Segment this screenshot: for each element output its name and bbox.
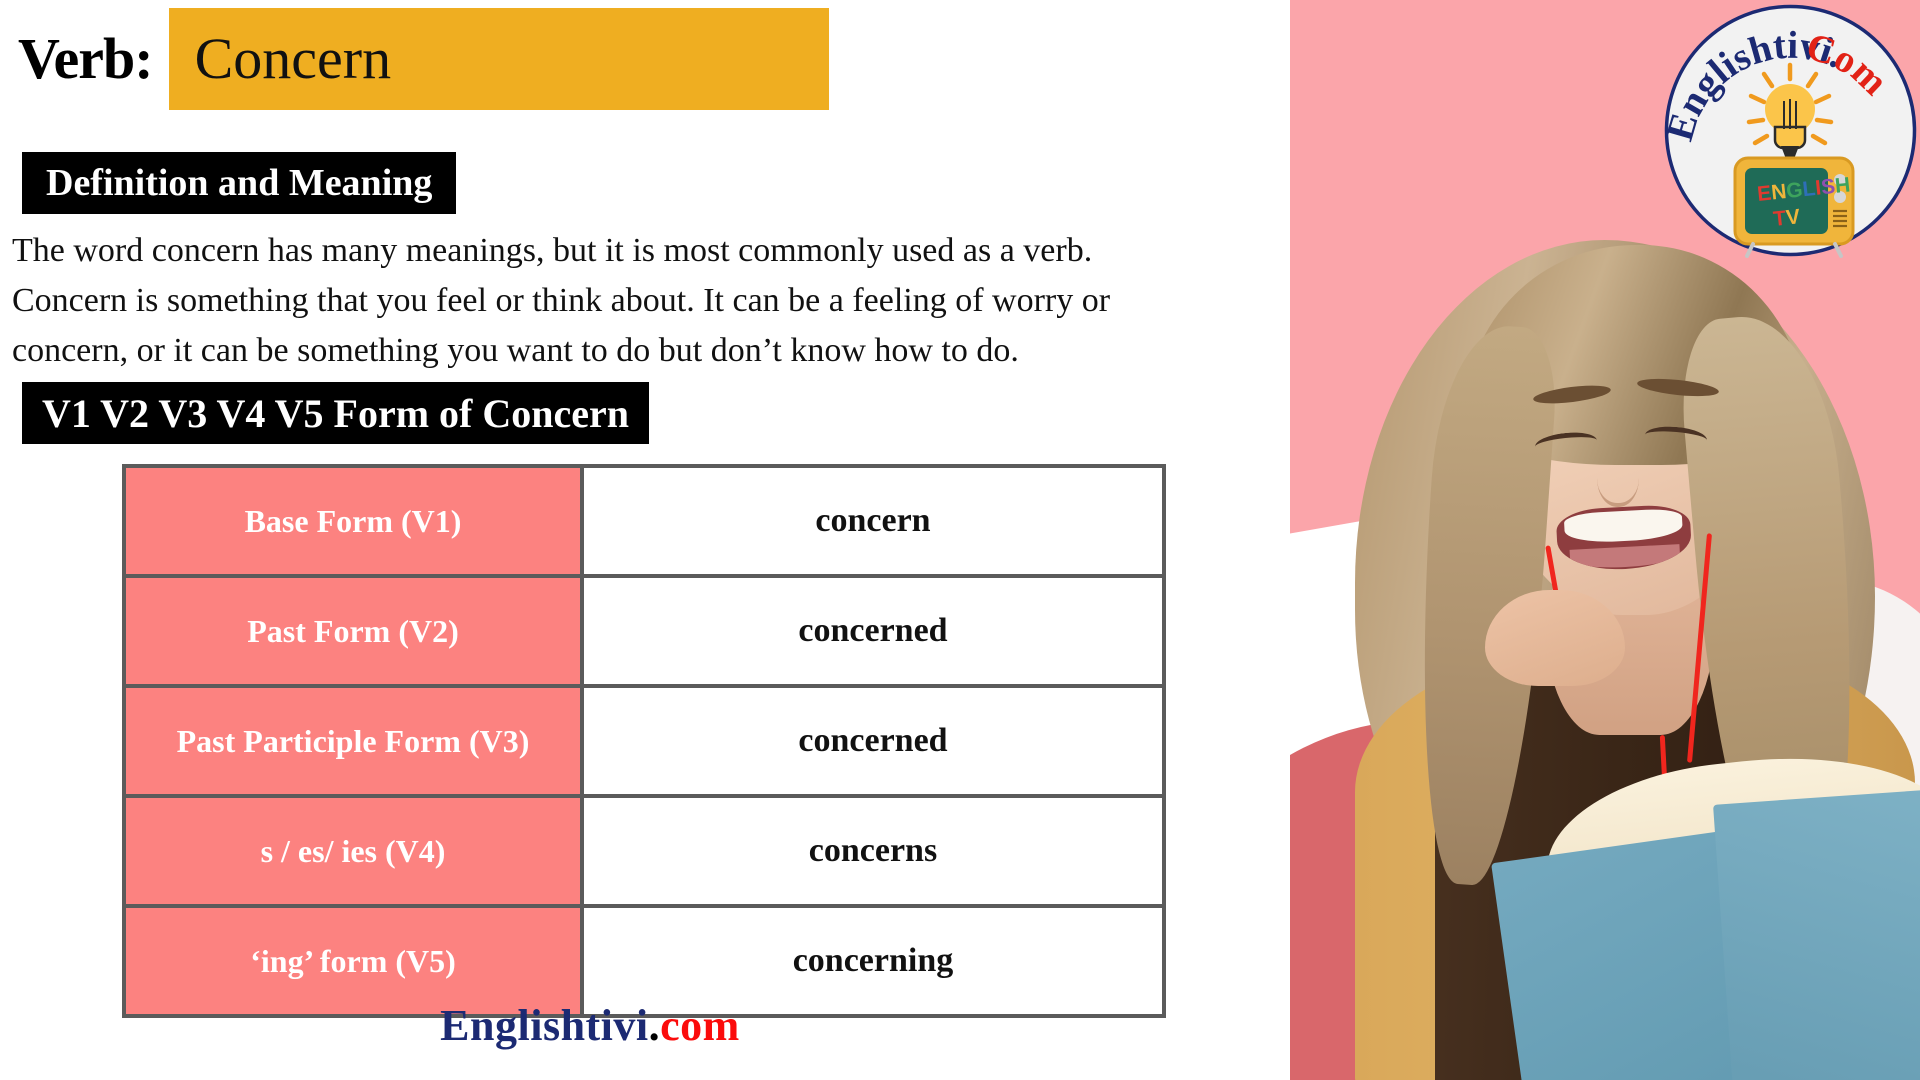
form-label: Base Form (V1) — [122, 464, 584, 578]
definition-body-text: The word concern has many meanings, but … — [12, 232, 1111, 369]
forms-section-tag: V1 V2 V3 V4 V5 Form of Concern — [22, 382, 650, 444]
footer-brand-tld: com — [660, 1001, 740, 1050]
slide-canvas: Englishtivi. Com — [0, 0, 1920, 1080]
form-label: s / es/ ies (V4) — [122, 794, 584, 908]
table-row: Past Form (V2) concerned — [122, 574, 1166, 688]
teeth — [1563, 507, 1684, 545]
table-row: Base Form (V1) concern — [122, 464, 1166, 578]
form-label: Past Participle Form (V3) — [122, 684, 584, 798]
form-value: concerned — [580, 684, 1166, 798]
nose — [1597, 447, 1639, 507]
form-value: concern — [580, 464, 1166, 578]
book-cover-right — [1713, 786, 1920, 1080]
woman-photo — [1345, 215, 1920, 1080]
form-label: Past Form (V2) — [122, 574, 584, 688]
verb-forms-table: Base Form (V1) concern Past Form (V2) co… — [122, 464, 1166, 1018]
englishtivi-logo-badge[interactable]: Englishtivi. Com — [1663, 3, 1918, 258]
svg-text:TV: TV — [1772, 205, 1801, 231]
footer-brand-dot: . — [648, 1001, 661, 1050]
verb-word: Concern — [194, 26, 392, 91]
blue-book — [1491, 739, 1920, 1080]
table-row: Past Participle Form (V3) concerned — [122, 684, 1166, 798]
verb-header-row: Verb: Concern — [18, 8, 829, 110]
footer-brand-name: Englishtivi — [440, 1001, 649, 1050]
verb-label: Verb: — [18, 26, 154, 91]
form-value: concerns — [580, 794, 1166, 908]
definition-section-tag: Definition and Meaning — [22, 152, 457, 214]
verb-word-chip: Concern — [168, 8, 829, 110]
footer-brand[interactable]: Englishtivi.com — [0, 1000, 1180, 1051]
table-row: s / es/ ies (V4) concerns — [122, 794, 1166, 908]
television-icon: ENGLISH TV — [1733, 156, 1855, 258]
form-value: concerned — [580, 574, 1166, 688]
verb-forms-table-body: Base Form (V1) concern Past Form (V2) co… — [122, 464, 1166, 1018]
hand — [1485, 590, 1625, 686]
